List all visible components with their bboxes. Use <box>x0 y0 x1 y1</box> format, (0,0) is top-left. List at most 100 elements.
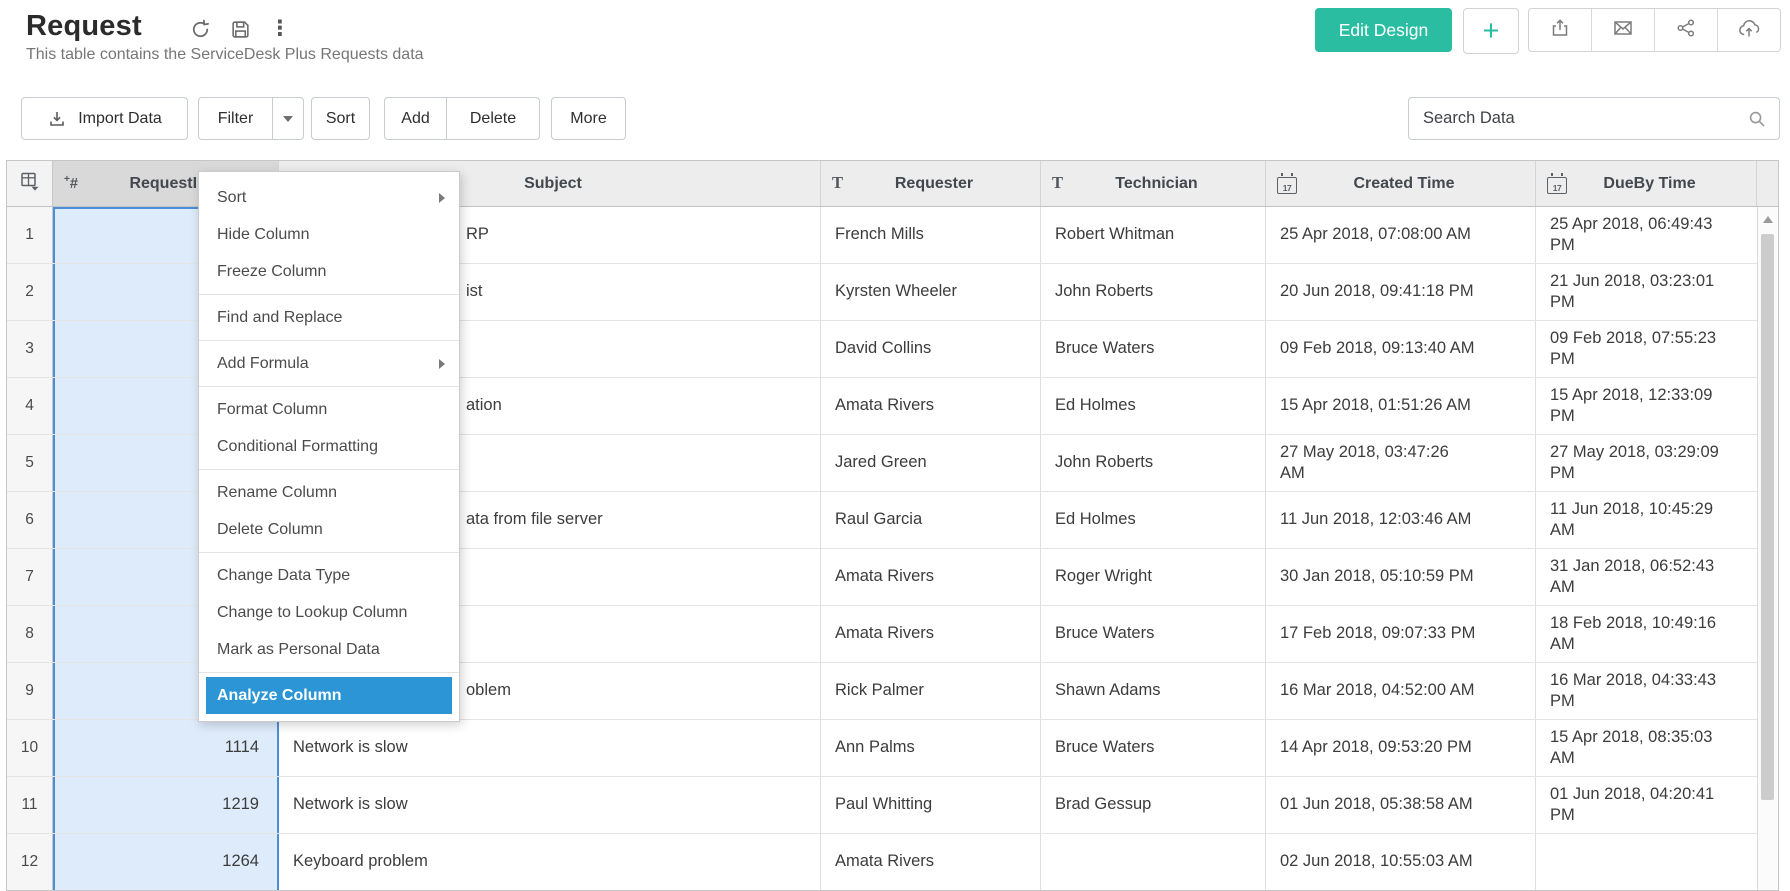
column-header-created[interactable]: 17Created Time <box>1266 161 1536 206</box>
menu-item-format-column[interactable]: Format Column <box>199 391 459 428</box>
edit-design-button[interactable]: Edit Design <box>1315 8 1452 52</box>
cell-technician[interactable]: Ed Holmes <box>1041 492 1266 548</box>
sort-button[interactable]: Sort <box>311 97 370 140</box>
row-number[interactable]: 7 <box>7 549 53 605</box>
row-number[interactable]: 3 <box>7 321 53 377</box>
add-button[interactable]: Add <box>385 98 447 139</box>
save-icon[interactable] <box>228 17 252 41</box>
cell-technician[interactable]: Bruce Waters <box>1041 606 1266 662</box>
row-number[interactable]: 12 <box>7 834 53 890</box>
scroll-up-arrow-icon[interactable] <box>1763 216 1773 223</box>
cell-id[interactable]: 1264 <box>53 834 279 890</box>
row-number[interactable]: 5 <box>7 435 53 491</box>
row-number[interactable]: 8 <box>7 606 53 662</box>
cell-requester[interactable]: Kyrsten Wheeler <box>821 264 1041 320</box>
cell-requester[interactable]: French Mills <box>821 207 1041 263</box>
column-header-technician[interactable]: TTechnician <box>1041 161 1266 206</box>
cell-technician[interactable]: Shawn Adams <box>1041 663 1266 719</box>
menu-item-rename-column[interactable]: Rename Column <box>199 474 459 511</box>
cell-created[interactable]: 25 Apr 2018, 07:08:00 AM <box>1266 207 1536 263</box>
cell-subject[interactable]: Network is slow <box>279 777 821 833</box>
cell-due[interactable]: 27 May 2018, 03:29:09 PM <box>1536 435 1757 491</box>
cell-id[interactable]: 1114 <box>53 720 279 776</box>
delete-button[interactable]: Delete <box>447 98 539 139</box>
cell-requester[interactable]: Amata Rivers <box>821 549 1041 605</box>
menu-item-find-and-replace[interactable]: Find and Replace <box>199 299 459 336</box>
cell-due[interactable]: 15 Apr 2018, 12:33:09 PM <box>1536 378 1757 434</box>
vertical-scrollbar[interactable] <box>1757 207 1778 890</box>
scrollbar-thumb[interactable] <box>1761 234 1774 800</box>
filter-dropdown-button[interactable] <box>273 98 303 139</box>
menu-item-mark-as-personal-data[interactable]: Mark as Personal Data <box>199 631 459 668</box>
select-all-button[interactable] <box>7 161 53 206</box>
cell-subject[interactable]: Keyboard problem <box>279 834 821 890</box>
kebab-menu-icon[interactable]: ⋮ <box>268 17 292 41</box>
publish-button[interactable] <box>1718 9 1780 51</box>
menu-item-change-data-type[interactable]: Change Data Type <box>199 557 459 594</box>
cell-requester[interactable]: Paul Whitting <box>821 777 1041 833</box>
row-number[interactable]: 6 <box>7 492 53 548</box>
cell-created[interactable]: 15 Apr 2018, 01:51:26 AM <box>1266 378 1536 434</box>
share-button[interactable] <box>1655 9 1718 51</box>
cell-created[interactable]: 09 Feb 2018, 09:13:40 AM <box>1266 321 1536 377</box>
cell-technician[interactable]: John Roberts <box>1041 264 1266 320</box>
menu-item-conditional-formatting[interactable]: Conditional Formatting <box>199 428 459 465</box>
menu-item-hide-column[interactable]: Hide Column <box>199 216 459 253</box>
cell-due[interactable]: 01 Jun 2018, 04:20:41 PM <box>1536 777 1757 833</box>
cell-technician[interactable]: Roger Wright <box>1041 549 1266 605</box>
cell-created[interactable]: 20 Jun 2018, 09:41:18 PM <box>1266 264 1536 320</box>
email-button[interactable] <box>1592 9 1655 51</box>
cell-due[interactable]: 15 Apr 2018, 08:35:03 AM <box>1536 720 1757 776</box>
cell-technician[interactable]: Robert Whitman <box>1041 207 1266 263</box>
menu-item-add-formula[interactable]: Add Formula <box>199 345 459 382</box>
cell-created[interactable]: 14 Apr 2018, 09:53:20 PM <box>1266 720 1536 776</box>
cell-created[interactable]: 02 Jun 2018, 10:55:03 AM <box>1266 834 1536 890</box>
search-input[interactable] <box>1409 109 1747 128</box>
more-button[interactable]: More <box>551 97 626 140</box>
row-number[interactable]: 11 <box>7 777 53 833</box>
add-new-button[interactable]: + <box>1463 8 1519 54</box>
cell-due[interactable] <box>1536 834 1757 890</box>
cell-created[interactable]: 11 Jun 2018, 12:03:46 AM <box>1266 492 1536 548</box>
menu-item-change-to-lookup-column[interactable]: Change to Lookup Column <box>199 594 459 631</box>
row-number[interactable]: 2 <box>7 264 53 320</box>
import-data-button[interactable]: Import Data <box>21 97 188 140</box>
row-number[interactable]: 10 <box>7 720 53 776</box>
cell-technician[interactable]: John Roberts <box>1041 435 1266 491</box>
row-number[interactable]: 4 <box>7 378 53 434</box>
cell-due[interactable]: 18 Feb 2018, 10:49:16 AM <box>1536 606 1757 662</box>
cell-created[interactable]: 16 Mar 2018, 04:52:00 AM <box>1266 663 1536 719</box>
column-header-requester[interactable]: TRequester <box>821 161 1041 206</box>
cell-technician[interactable]: Bruce Waters <box>1041 321 1266 377</box>
cell-due[interactable]: 31 Jan 2018, 06:52:43 AM <box>1536 549 1757 605</box>
menu-item-sort[interactable]: Sort <box>199 179 459 216</box>
menu-item-freeze-column[interactable]: Freeze Column <box>199 253 459 290</box>
cell-due[interactable]: 21 Jun 2018, 03:23:01 PM <box>1536 264 1757 320</box>
cell-requester[interactable]: Raul Garcia <box>821 492 1041 548</box>
cell-due[interactable]: 16 Mar 2018, 04:33:43 PM <box>1536 663 1757 719</box>
cell-created[interactable]: 01 Jun 2018, 05:38:58 AM <box>1266 777 1536 833</box>
cell-subject[interactable]: Network is slow <box>279 720 821 776</box>
cell-due[interactable]: 09 Feb 2018, 07:55:23 PM <box>1536 321 1757 377</box>
cell-technician[interactable] <box>1041 834 1266 890</box>
menu-item-delete-column[interactable]: Delete Column <box>199 511 459 548</box>
export-button[interactable] <box>1529 9 1592 51</box>
refresh-icon[interactable] <box>188 17 212 41</box>
cell-requester[interactable]: Amata Rivers <box>821 378 1041 434</box>
cell-created[interactable]: 30 Jan 2018, 05:10:59 PM <box>1266 549 1536 605</box>
cell-id[interactable]: 1219 <box>53 777 279 833</box>
cell-requester[interactable]: Rick Palmer <box>821 663 1041 719</box>
cell-due[interactable]: 11 Jun 2018, 10:45:29 AM <box>1536 492 1757 548</box>
cell-requester[interactable]: Ann Palms <box>821 720 1041 776</box>
cell-requester[interactable]: Amata Rivers <box>821 606 1041 662</box>
cell-created[interactable]: 17 Feb 2018, 09:07:33 PM <box>1266 606 1536 662</box>
cell-created[interactable]: 27 May 2018, 03:47:26 AM <box>1266 435 1536 491</box>
cell-requester[interactable]: David Collins <box>821 321 1041 377</box>
row-number[interactable]: 1 <box>7 207 53 263</box>
cell-technician[interactable]: Ed Holmes <box>1041 378 1266 434</box>
cell-requester[interactable]: Amata Rivers <box>821 834 1041 890</box>
filter-button[interactable]: Filter <box>199 98 273 139</box>
cell-technician[interactable]: Brad Gessup <box>1041 777 1266 833</box>
menu-item-analyze-column[interactable]: Analyze Column <box>206 677 452 714</box>
cell-technician[interactable]: Bruce Waters <box>1041 720 1266 776</box>
